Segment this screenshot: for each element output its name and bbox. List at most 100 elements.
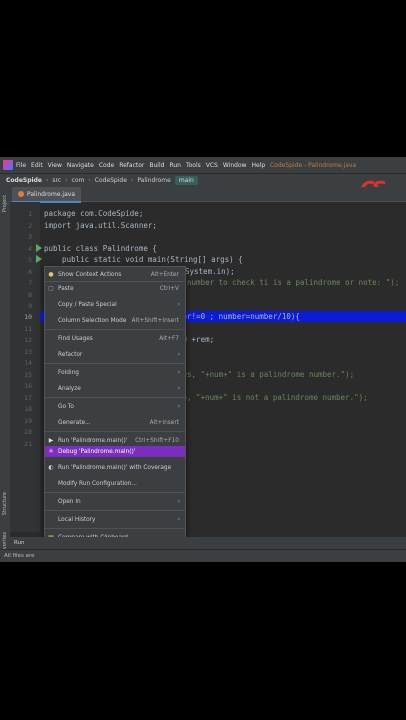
run-configuration-selector[interactable]: main (174, 176, 198, 185)
coverage-icon: ◐ (48, 464, 54, 471)
code-line[interactable]: No, "+num+" is not a palindrome number."… (178, 393, 368, 402)
menu-window[interactable]: Window (223, 162, 247, 169)
editor-tabs: Palindrome.java (10, 187, 406, 203)
run-icon: ▶ (48, 437, 54, 444)
code-line[interactable]: import java.util.Scanner; (44, 221, 157, 230)
menu-navigate[interactable]: Navigate (67, 162, 94, 169)
menu-item-copy-paste-special[interactable]: Copy / Paste Special › (45, 299, 185, 310)
line-number: 16 (24, 382, 32, 390)
line-number: 15 (24, 371, 32, 379)
menu-item-folding[interactable]: Folding › (45, 367, 185, 378)
breadcrumb: CodeSpide › src › com › CodeSpide › Pali… (0, 173, 406, 187)
breadcrumb-src[interactable]: src (52, 177, 61, 184)
submenu-arrow-icon: › (177, 351, 180, 358)
line-number: 18 (24, 405, 32, 413)
submenu-arrow-icon: › (177, 498, 180, 505)
chevron-right-icon: › (88, 177, 91, 184)
menu-item-analyze[interactable]: Analyze › (45, 383, 185, 394)
menu-bar: File Edit View Navigate Code Refactor Bu… (0, 157, 406, 173)
window-title: CodeSpide - Palindrome.java (270, 161, 357, 169)
menu-item-label: Refactor (58, 351, 83, 358)
menu-run[interactable]: Run (169, 162, 181, 169)
left-tool-strip: Project Structure Favorites (0, 187, 10, 562)
line-number: 14 (24, 359, 32, 367)
breadcrumb-project[interactable]: CodeSpide (6, 177, 42, 184)
tab-label: Palindrome.java (27, 190, 75, 198)
run-main-icon[interactable] (36, 255, 42, 263)
menu-divider (45, 528, 185, 529)
breadcrumb-package[interactable]: CodeSpide (95, 177, 127, 184)
line-number: 10 (24, 313, 32, 321)
menu-item-run-main[interactable]: ▶ Run 'Palindrome.main()' Ctrl+Shift+F10 (45, 435, 185, 446)
menu-item-local-history[interactable]: Local History › (45, 514, 185, 525)
menu-item-label: Show Context Actions (58, 271, 122, 278)
breadcrumb-class[interactable]: Palindrome (137, 177, 171, 184)
line-number: 5 (28, 256, 32, 264)
menu-divider (45, 281, 185, 282)
tab-palindrome-java[interactable]: Palindrome.java (12, 187, 81, 203)
menu-item-find-usages[interactable]: Find Usages Alt+F7 (45, 333, 185, 344)
menu-item-label: Column Selection Mode (58, 317, 127, 324)
menu-item-go-to[interactable]: Go To › (45, 401, 185, 412)
menu-item-shortcut: Ctrl+V (159, 285, 179, 292)
menu-item-label: Run 'Palindrome.main()' with Coverage (58, 464, 172, 471)
run-class-icon[interactable] (36, 244, 42, 252)
project-tool-button[interactable]: Project (2, 195, 8, 212)
line-number: 9 (28, 302, 32, 310)
chevron-right-icon: › (65, 177, 68, 184)
code-line[interactable]: public class Palindrome { (44, 244, 157, 253)
menu-item-label: Debug 'Palindrome.main()' (58, 448, 136, 455)
code-line[interactable]: a number to check ti is a palindrome or … (178, 278, 399, 287)
menu-item-label: Find Usages (58, 335, 93, 342)
menu-item-show-context-actions[interactable]: ● Show Context Actions Alt+Enter (45, 269, 185, 280)
java-class-icon (18, 191, 24, 197)
menu-help[interactable]: Help (252, 162, 266, 169)
menu-item-column-selection[interactable]: Column Selection Mode Alt+Shift+Insert (45, 315, 185, 326)
menu-item-shortcut: Alt+Shift+Insert (131, 317, 179, 324)
menu-item-refactor[interactable]: Refactor › (45, 349, 185, 360)
code-line[interactable]: public static void main(String[] args) { (44, 255, 243, 264)
menu-tools[interactable]: Tools (186, 162, 201, 169)
menu-code[interactable]: Code (99, 162, 114, 169)
structure-tool-button[interactable]: Structure (2, 492, 8, 515)
menu-divider (45, 431, 185, 432)
submenu-arrow-icon: › (177, 516, 180, 523)
menu-item-paste[interactable]: ▢ Paste Ctrl+V (45, 283, 185, 294)
menu-item-label: Modify Run Configuration... (58, 480, 137, 487)
line-number: 6 (28, 268, 32, 276)
code-line[interactable]: ber!=0 ; number=number/10){ (178, 312, 300, 321)
code-line[interactable]: Yes, "+num+" is a palindrome number."); (178, 370, 354, 379)
menu-item-run-coverage[interactable]: ◐ Run 'Palindrome.main()' with Coverage (45, 462, 185, 473)
status-bar: All files are (0, 549, 406, 562)
menu-edit[interactable]: Edit (31, 162, 43, 169)
menu-divider (45, 363, 185, 364)
run-tool-button[interactable]: Run (14, 540, 25, 546)
submenu-arrow-icon: › (177, 301, 180, 308)
code-line[interactable]: package com.CodeSpide; (44, 209, 143, 218)
menu-item-label: Analyze (58, 385, 81, 392)
submenu-arrow-icon: › (177, 403, 180, 410)
line-number: 7 (28, 279, 32, 287)
menu-item-debug-main[interactable]: ✱ Debug 'Palindrome.main()' (45, 446, 185, 457)
run-tool-bar: Run (10, 537, 406, 549)
debug-bug-icon: ✱ (48, 448, 54, 455)
menu-item-generate[interactable]: Generate... Alt+Insert (45, 417, 185, 428)
menu-item-label: Folding (58, 369, 79, 376)
line-number: 13 (24, 348, 32, 356)
menu-item-modify-run-config[interactable]: Modify Run Configuration... (45, 478, 185, 489)
breadcrumb-com[interactable]: com (72, 177, 85, 184)
menu-item-open-in[interactable]: Open In › (45, 496, 185, 507)
line-number: 17 (24, 394, 32, 402)
menu-item-shortcut: Alt+F7 (159, 335, 179, 342)
menu-vcs[interactable]: VCS (206, 162, 218, 169)
menu-divider (45, 510, 185, 511)
menu-refactor[interactable]: Refactor (119, 162, 144, 169)
line-number: 2 (28, 222, 32, 230)
menu-view[interactable]: View (48, 162, 62, 169)
code-line[interactable]: System.in); (185, 267, 235, 276)
menu-item-label: Generate... (58, 419, 91, 426)
menu-build[interactable]: Build (149, 162, 164, 169)
menu-divider (45, 492, 185, 493)
menu-file[interactable]: File (16, 162, 26, 169)
menu-item-shortcut: Ctrl+Shift+F10 (135, 437, 179, 444)
